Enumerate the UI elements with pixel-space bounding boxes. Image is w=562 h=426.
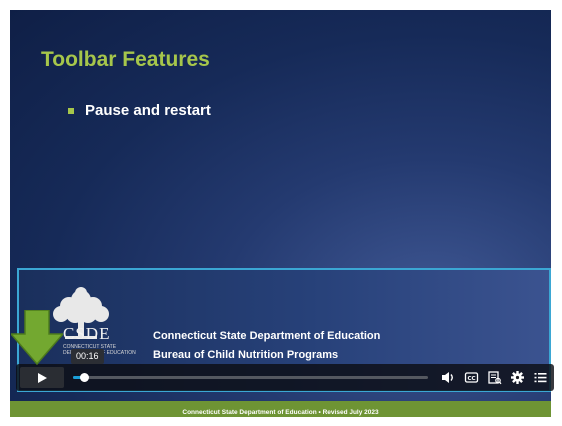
bullet-square-icon xyxy=(68,107,74,114)
time-tooltip: 00:16 xyxy=(71,349,104,364)
settings-gear-icon xyxy=(511,371,524,384)
volume-button[interactable] xyxy=(440,370,455,385)
play-icon xyxy=(38,372,47,383)
slide-title: Toolbar Features xyxy=(41,48,210,71)
progress-handle[interactable] xyxy=(79,373,89,382)
volume-icon xyxy=(442,372,453,383)
transcript-button[interactable] xyxy=(487,370,502,385)
green-arrow-pointer-icon xyxy=(11,310,63,366)
progress-bar[interactable] xyxy=(73,373,428,382)
chapters-menu-button[interactable] xyxy=(533,370,548,385)
department-name: Connecticut State Department of Educatio… xyxy=(153,330,381,342)
bullet-text: Pause and restart xyxy=(85,102,211,119)
csde-logo-text: CSDE xyxy=(63,324,111,343)
transcript-icon xyxy=(488,371,502,385)
svg-text:CC: CC xyxy=(467,376,475,382)
bullet-item: Pause and restart xyxy=(68,102,211,119)
closed-captions-button[interactable]: CC xyxy=(464,370,479,385)
footer-caption: Connecticut State Department of Educatio… xyxy=(182,409,379,416)
closed-captions-icon: CC xyxy=(464,372,479,383)
settings-button[interactable] xyxy=(510,370,525,385)
chapters-menu-icon xyxy=(534,373,547,383)
video-player-toolbar: CC xyxy=(16,364,554,391)
bureau-name: Bureau of Child Nutrition Programs xyxy=(153,349,339,361)
play-button[interactable] xyxy=(20,367,64,388)
slide: Toolbar Features Pause and restart CSDE … xyxy=(10,10,551,401)
